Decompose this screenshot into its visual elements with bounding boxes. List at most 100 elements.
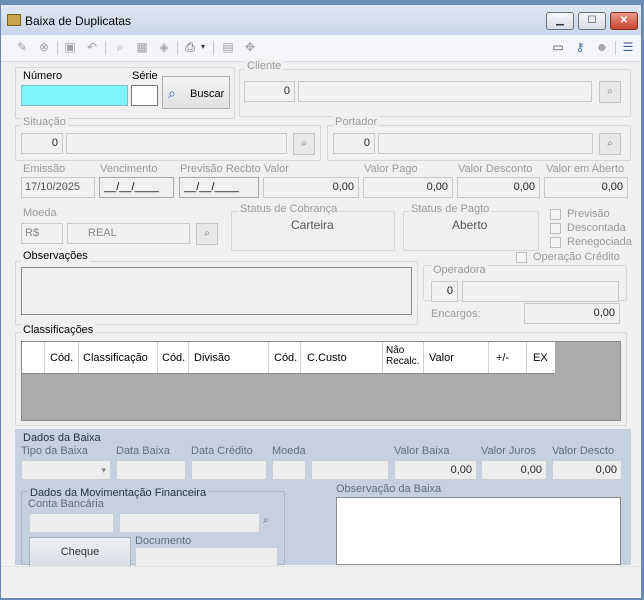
cliente-lookup-icon[interactable]: ⌕ <box>599 81 621 103</box>
moeda-title: Moeda <box>23 207 57 219</box>
cliente-title: Cliente <box>245 60 284 72</box>
conta-code-field[interactable] <box>29 513 114 533</box>
moeda-name-field[interactable] <box>311 460 389 480</box>
obs-baixa-label: Observação da Baixa <box>336 483 442 495</box>
grid-header-cell: +/- <box>496 352 510 364</box>
obs-baixa-textarea[interactable] <box>336 497 621 565</box>
situacao-code[interactable]: 0 <box>21 133 63 154</box>
situacao-title: Situação <box>21 116 68 128</box>
valor-desconto-field: 0,00 <box>457 177 540 198</box>
status-strip <box>1 566 641 598</box>
moeda-code-field[interactable] <box>272 460 306 480</box>
tipo-baixa-select[interactable]: ▾ <box>21 460 111 480</box>
previsao-checkbox[interactable] <box>550 209 561 220</box>
valor-descto-field[interactable]: 0,00 <box>552 460 622 480</box>
toolbar-separator <box>177 41 178 55</box>
moeda-baixa-label: Moeda <box>272 445 306 457</box>
undo-icon[interactable]: ↶ <box>85 40 99 54</box>
zoom-icon[interactable]: ⌕ <box>113 40 127 54</box>
situacao-name[interactable] <box>66 133 287 154</box>
operadora-title: Operadora <box>431 264 488 276</box>
cliente-name[interactable] <box>298 81 592 102</box>
conta-name-field[interactable] <box>119 513 260 533</box>
close-button[interactable]: ✕ <box>610 12 638 30</box>
app-icon <box>7 14 21 26</box>
emissao-field[interactable]: 17/10/2025 <box>21 177 95 198</box>
classificacoes-grid[interactable]: Cód. Classificação Cód. Divisão Cód. C.C… <box>21 341 621 421</box>
descontada-checkbox[interactable] <box>550 223 561 234</box>
grid-header-cell: Cód. <box>274 352 298 364</box>
documento-field[interactable] <box>135 547 278 567</box>
data-baixa-field[interactable] <box>116 460 186 480</box>
eraser-icon[interactable]: ◈ <box>157 40 171 54</box>
cliente-code[interactable]: 0 <box>244 81 295 102</box>
portador-name[interactable] <box>378 133 593 154</box>
previsao-flag-label: Previsão <box>567 208 610 220</box>
minimize-button[interactable]: ▁ <box>546 12 574 30</box>
operacao-credito-label: Operação Crédito <box>533 251 620 263</box>
valor-descto-label: Valor Descto <box>552 445 615 457</box>
encargos-field: 0,00 <box>524 303 620 324</box>
search-icon: ⌕ <box>168 85 176 101</box>
conta-lookup-icon[interactable]: ⌕ <box>263 515 269 526</box>
descontada-flag-label: Descontada <box>567 222 626 234</box>
save-icon[interactable]: ▣ <box>63 40 77 54</box>
key-icon[interactable]: ⚷ <box>573 40 587 54</box>
valor-desconto-label: Valor Desconto <box>458 163 533 175</box>
observacoes-textarea[interactable] <box>21 267 412 315</box>
toolbar-separator <box>105 41 106 55</box>
move-icon[interactable]: ✥ <box>243 40 257 54</box>
toolbar-separator <box>213 41 214 55</box>
valor-juros-field[interactable]: 0,00 <box>481 460 547 480</box>
portador-code[interactable]: 0 <box>333 133 375 154</box>
cheque-button[interactable]: Cheque <box>29 537 131 567</box>
status-cobranca-title: Status de Cobrança <box>238 203 340 215</box>
moeda-symbol: R$ <box>21 223 63 244</box>
vencimento-field[interactable]: __/__/____ <box>99 177 174 198</box>
buscar-label: Buscar <box>190 88 225 100</box>
window-icon[interactable]: ▭ <box>551 40 565 54</box>
grid-header-cell: C.Custo <box>307 352 347 364</box>
valor-aberto-label: Valor em Aberto <box>546 163 625 175</box>
valor-label: Valor <box>264 163 289 175</box>
portador-lookup-icon[interactable]: ⌕ <box>599 133 621 155</box>
classificacoes-title: Classificações <box>21 324 96 336</box>
previsao-field[interactable]: __/__/____ <box>179 177 259 198</box>
operadora-code: 0 <box>431 281 458 302</box>
doc-icon[interactable]: ▤ <box>221 40 235 54</box>
situacao-lookup-icon[interactable]: ⌕ <box>293 133 315 155</box>
chevron-down-icon: ▾ <box>101 465 106 475</box>
buscar-button[interactable]: ⌕ Buscar <box>162 76 230 109</box>
valor-baixa-field[interactable]: 0,00 <box>394 460 477 480</box>
serie-input[interactable] <box>131 85 158 106</box>
portador-title: Portador <box>333 116 380 128</box>
toolbar-separator <box>57 41 58 55</box>
grid-header-cell: Classificação <box>83 352 148 364</box>
operacao-credito-checkbox[interactable] <box>516 252 527 263</box>
dados-baixa-title: Dados da Baixa <box>23 432 101 444</box>
valor-baixa-label: Valor Baixa <box>394 445 450 457</box>
dados-baixa-panel: Dados da Baixa Tipo da Baixa Data Baixa … <box>15 429 631 567</box>
grid-header-row: Cód. Classificação Cód. Divisão Cód. C.C… <box>22 342 555 374</box>
tipo-baixa-label: Tipo da Baixa <box>21 445 88 457</box>
print-icon[interactable]: ⎙ <box>183 40 197 54</box>
menu-icon[interactable]: ☰ <box>621 40 635 54</box>
edit-icon[interactable]: ✎ <box>15 40 29 54</box>
numero-input[interactable] <box>21 85 128 106</box>
toolbar: ✎ ⊗ ▣ ↶ ⌕ ▦ ◈ ⎙ ▾ ▤ ✥ ▭ ⚷ ☻ ☰ <box>1 35 641 62</box>
moeda-lookup-icon[interactable]: ⌕ <box>196 223 218 245</box>
vencimento-label: Vencimento <box>100 163 158 175</box>
user-icon[interactable]: ☻ <box>595 40 609 54</box>
title-bar: Baixa de Duplicatas ▁ ☐ ✕ <box>1 5 641 35</box>
numero-label: Número <box>23 70 63 82</box>
renegociada-checkbox[interactable] <box>550 237 561 248</box>
grid-header-cell: EX <box>533 352 548 364</box>
grid-header-cell <box>22 342 45 373</box>
dropdown-icon[interactable]: ▾ <box>198 40 208 54</box>
serie-label: Série <box>132 70 158 82</box>
status-pagto-title: Status de Pagto <box>409 203 492 215</box>
grid-icon[interactable]: ▦ <box>135 40 149 54</box>
data-credito-field[interactable] <box>191 460 267 480</box>
cancel-icon[interactable]: ⊗ <box>37 40 51 54</box>
maximize-button[interactable]: ☐ <box>578 12 606 30</box>
